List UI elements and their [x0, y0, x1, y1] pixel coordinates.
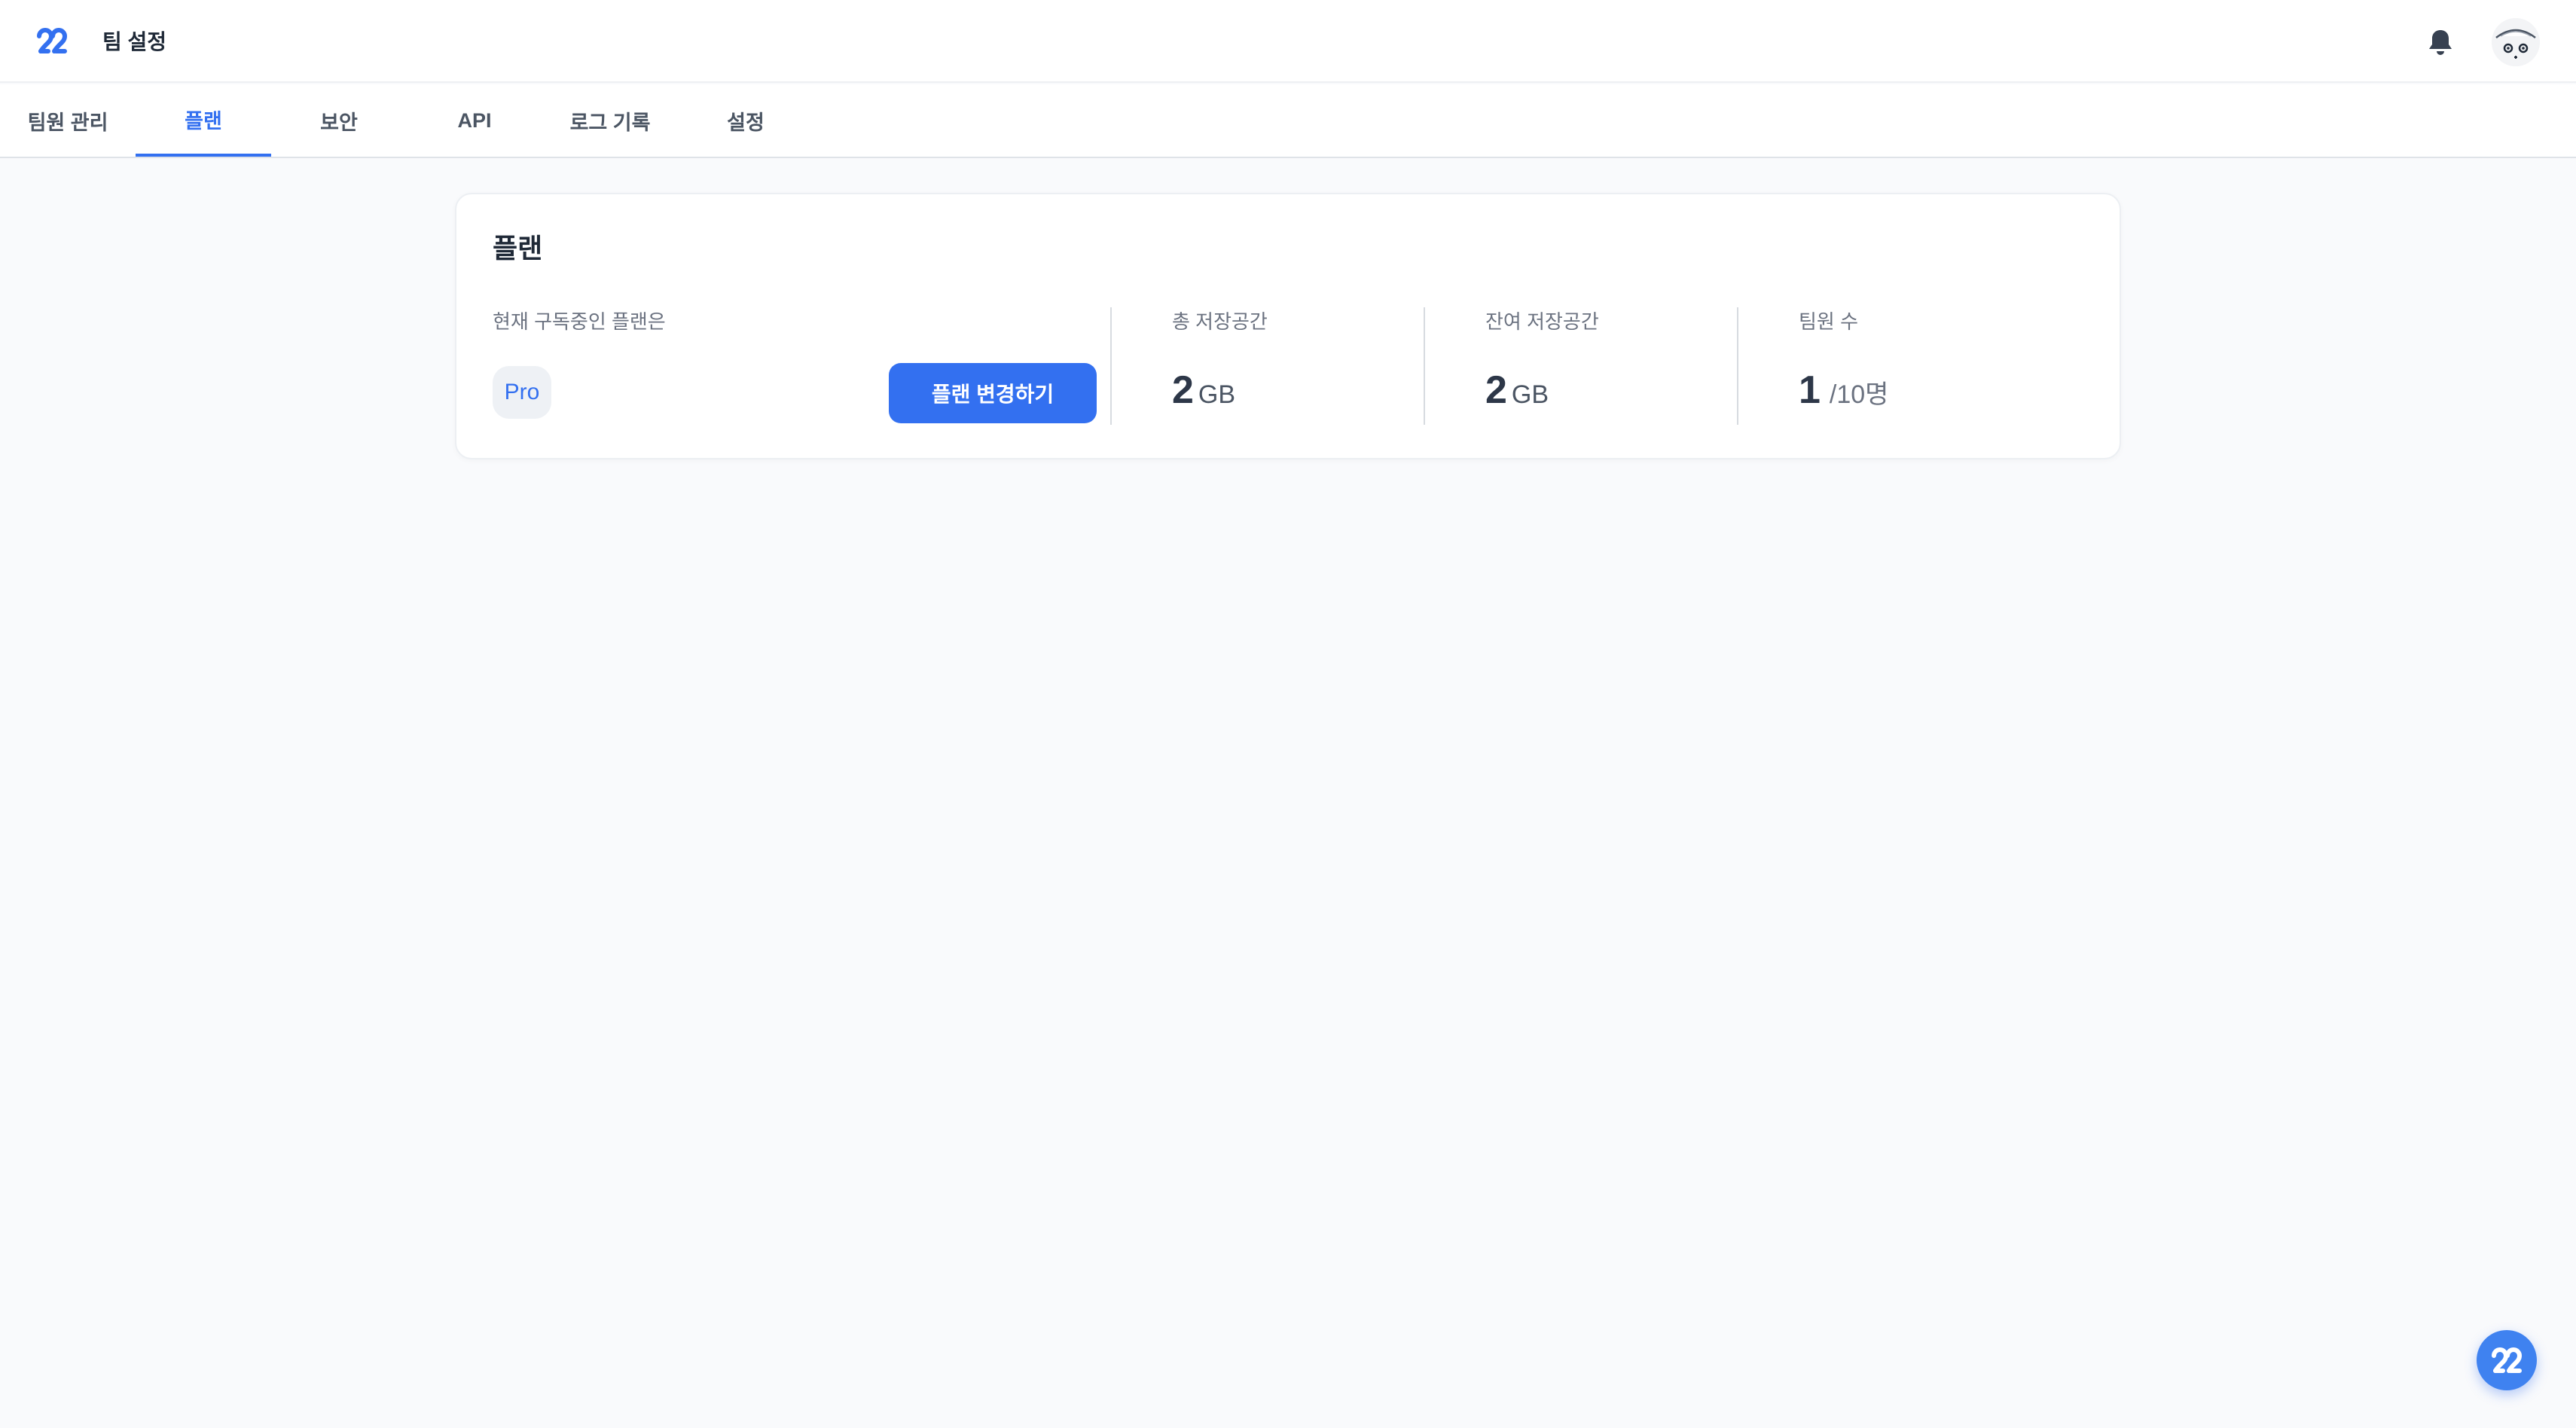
- total-storage-number: 2: [1172, 368, 1194, 412]
- divider: [1110, 307, 1112, 425]
- tab-plan[interactable]: 플랜: [136, 84, 271, 157]
- remaining-storage-value: 2 GB: [1485, 368, 1549, 413]
- total-storage-value: 2 GB: [1172, 368, 1235, 413]
- app-logo-icon: [2492, 1347, 2522, 1373]
- remaining-storage-label: 잔여 저장공간: [1485, 310, 1599, 333]
- current-plan-badge: Pro: [493, 366, 551, 419]
- total-storage-label: 총 저장공간: [1172, 310, 1268, 333]
- plan-card: 플랜 현재 구독중인 플랜은 Pro 플랜 변경하기 총 저장공간 2 GB 잔…: [455, 193, 2121, 459]
- remaining-storage-unit: GB: [1511, 380, 1549, 409]
- remaining-storage-number: 2: [1485, 368, 1507, 412]
- tab-api[interactable]: API: [407, 84, 542, 157]
- bell-icon[interactable]: [2427, 27, 2454, 57]
- app-logo-icon[interactable]: [35, 26, 69, 56]
- top-header: 팀 설정: [0, 0, 2576, 83]
- support-chat-button[interactable]: [2477, 1330, 2537, 1390]
- members-limit: /10명: [1829, 380, 1889, 409]
- tab-logs[interactable]: 로그 기록: [542, 84, 678, 157]
- tab-settings[interactable]: 설정: [678, 84, 813, 157]
- tab-security[interactable]: 보안: [271, 84, 407, 157]
- tab-members[interactable]: 팀원 관리: [0, 84, 136, 157]
- divider: [1737, 307, 1738, 425]
- members-count-value: 1 /10명: [1799, 368, 1888, 413]
- members-count-label: 팀원 수: [1799, 310, 1858, 333]
- total-storage-unit: GB: [1198, 380, 1236, 409]
- page-title: 팀 설정: [102, 30, 167, 53]
- avatar[interactable]: [2492, 18, 2540, 66]
- divider: [1424, 307, 1425, 425]
- current-plan-label: 현재 구독중인 플랜은: [493, 310, 666, 333]
- plan-card-title: 플랜: [493, 233, 543, 264]
- members-count-number: 1: [1799, 368, 1821, 412]
- change-plan-button[interactable]: 플랜 변경하기: [889, 363, 1097, 423]
- tab-bar: 팀원 관리 플랜 보안 API 로그 기록 설정: [0, 84, 2576, 158]
